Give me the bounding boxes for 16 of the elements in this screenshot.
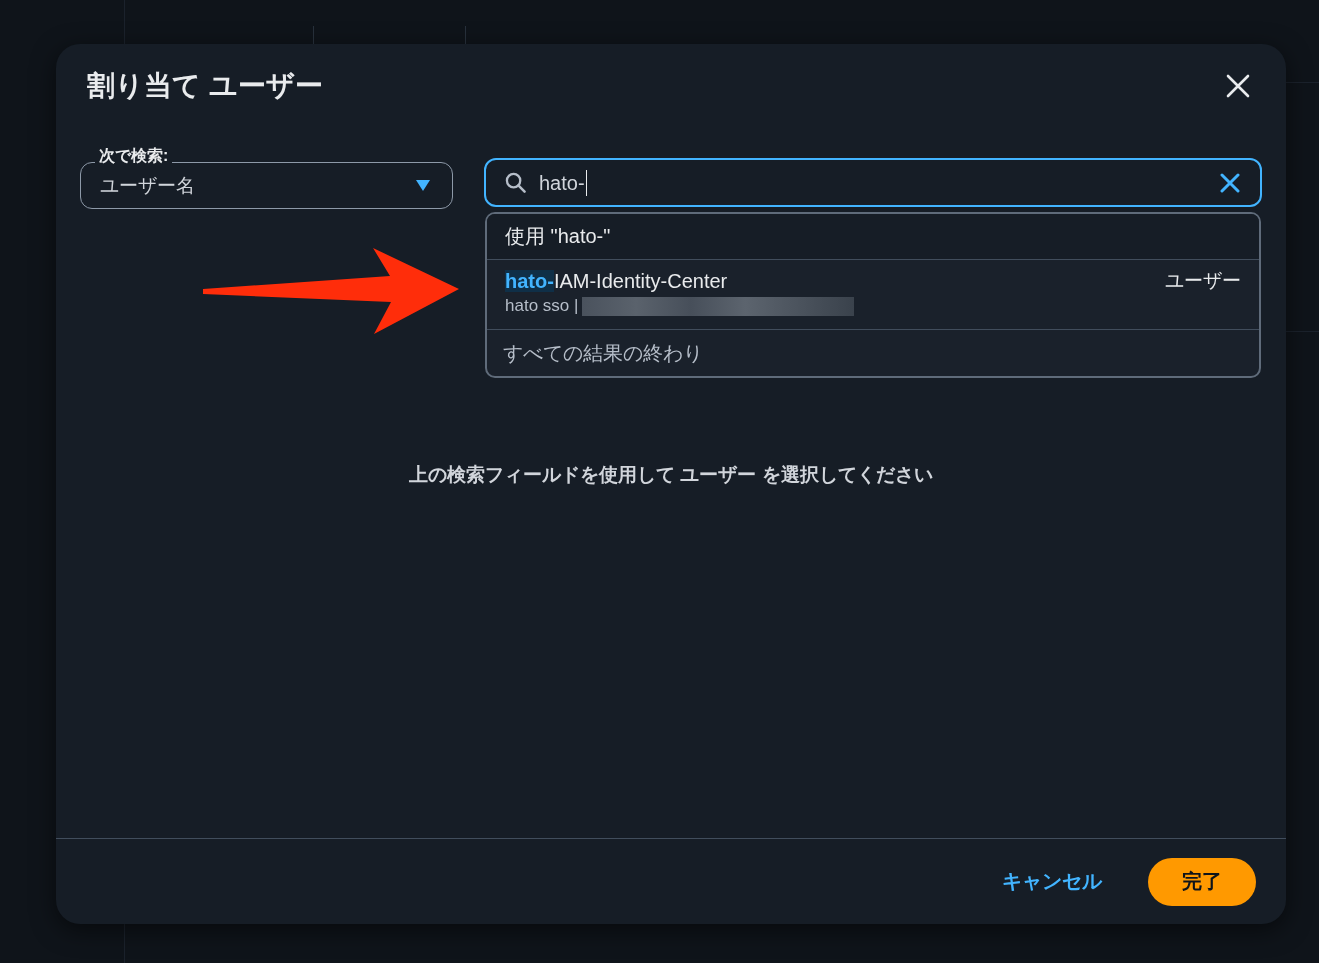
option-type-label: ユーザー (1165, 269, 1241, 293)
caret-icon (416, 180, 430, 191)
clear-icon (1220, 172, 1240, 193)
end-of-results-text: すべての結果の終わり (503, 340, 703, 366)
empty-state-message: 上の検索フィールドを使用して ユーザー を選択してください (408, 463, 934, 487)
option-title: hato-IAM-Identity-Center (505, 269, 729, 294)
suggestion-option[interactable]: hato-IAM-Identity-Center hato sso | ユーザー (487, 260, 1259, 330)
cancel-button[interactable]: キャンセル (982, 860, 1122, 903)
close-icon (1226, 74, 1250, 98)
search-icon (505, 172, 526, 193)
suggestion-option[interactable]: 使用 "hato-" (487, 214, 1259, 260)
option-description: hato sso | (505, 295, 579, 317)
search-by-label: 次で検索: (95, 146, 173, 166)
dialog-title: 割り当て ユーザー (87, 69, 323, 103)
done-button[interactable]: 完了 (1148, 857, 1256, 906)
search-field[interactable]: hato- (484, 158, 1262, 207)
